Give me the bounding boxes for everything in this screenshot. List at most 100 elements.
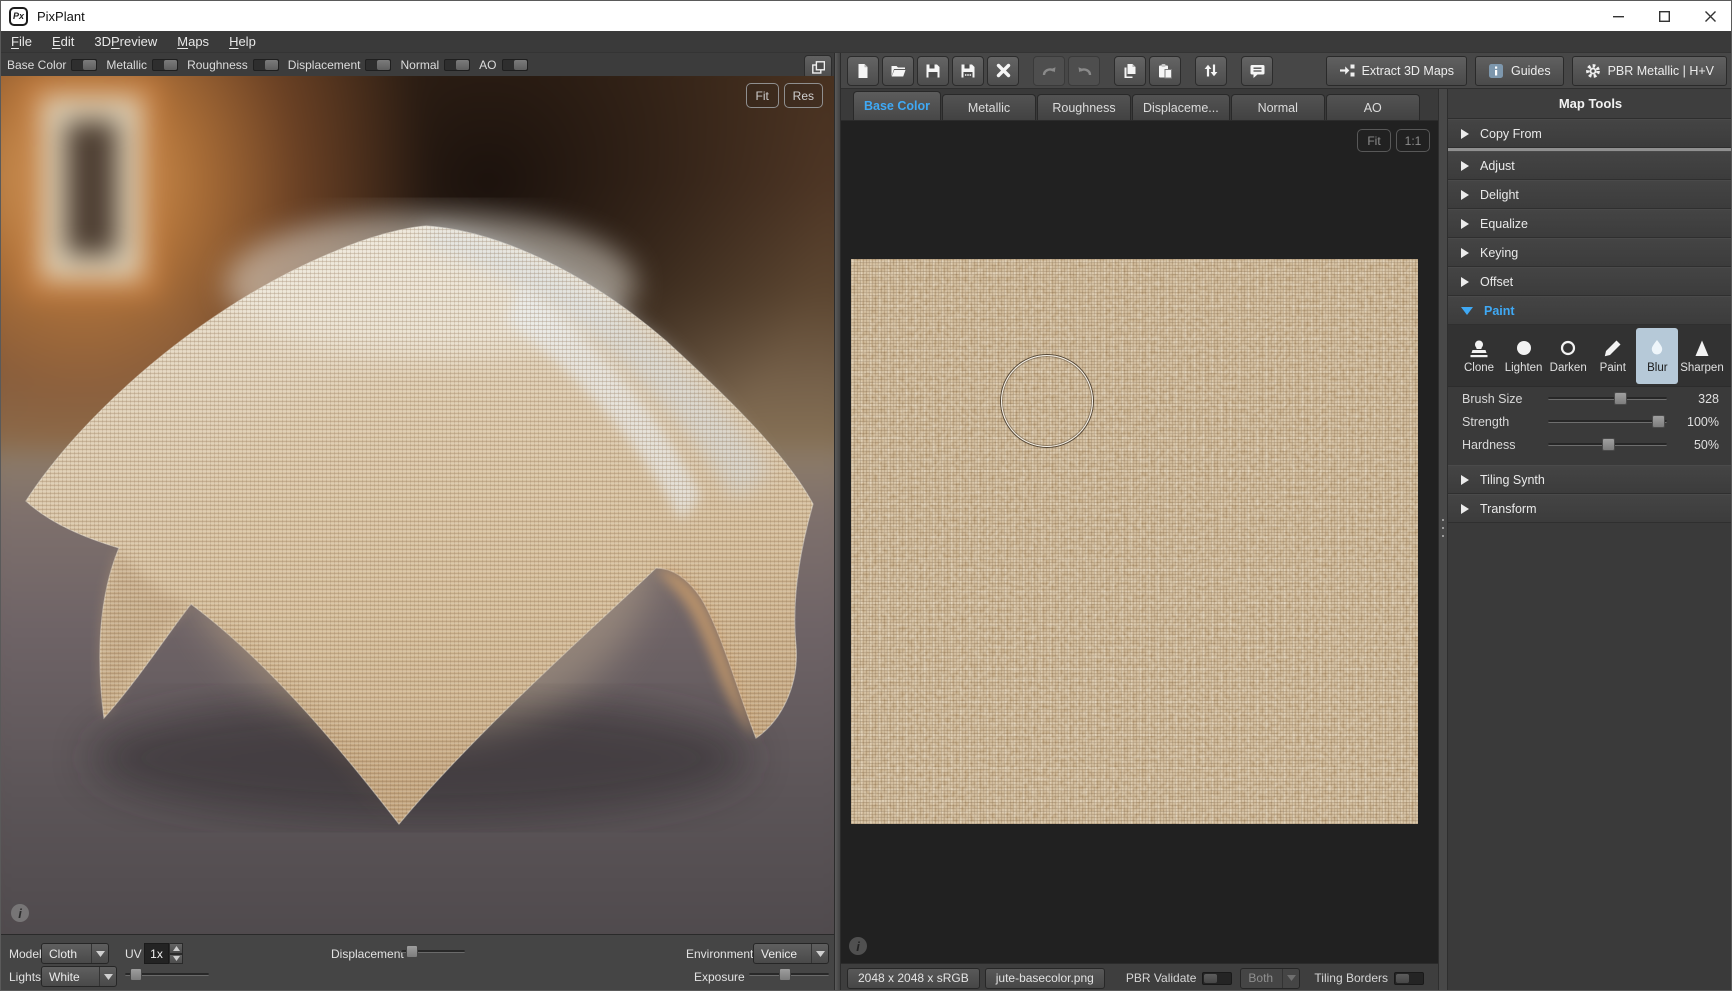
minimize-button[interactable] (1595, 1, 1641, 31)
map-toggle-row: Base Color Metallic Roughness Displaceme… (1, 53, 834, 76)
tool-label: Sharpen (1680, 362, 1723, 374)
section-keying[interactable]: Keying (1448, 238, 1732, 267)
section-label: Copy From (1480, 127, 1542, 141)
section-label: Offset (1480, 275, 1513, 289)
copy-button[interactable] (1114, 56, 1146, 86)
toggle-ao[interactable]: AO (479, 58, 527, 72)
pbr-mode-value: Both (1241, 971, 1282, 985)
brush-size-slider[interactable] (1548, 392, 1667, 405)
uv-stepper[interactable]: 1x (144, 943, 183, 964)
menu-3d-preview[interactable]: 3D Preview (84, 31, 167, 52)
normal-switch[interactable] (444, 59, 470, 71)
new-document-button[interactable] (847, 56, 879, 86)
tab-displacement[interactable]: Displaceme... (1132, 94, 1230, 120)
uv-decrement-button[interactable] (169, 954, 183, 965)
toggle-normal[interactable]: Normal (400, 58, 470, 72)
lights-slider[interactable] (125, 968, 209, 981)
preview-res-button[interactable]: Res (784, 83, 823, 108)
tiling-borders-toggle[interactable] (1394, 972, 1424, 985)
viewer-fit-button[interactable]: Fit (1357, 129, 1391, 152)
viewer-1to1-button[interactable]: 1:1 (1396, 129, 1430, 152)
strength-slider[interactable] (1548, 415, 1667, 428)
texture-canvas[interactable] (851, 259, 1418, 824)
preview-info-icon[interactable]: i (11, 904, 29, 922)
undo-button[interactable] (1033, 56, 1065, 86)
exposure-label: Exposure (694, 970, 745, 984)
base-color-switch[interactable] (71, 59, 97, 71)
viewer-info-icon[interactable]: i (849, 937, 867, 955)
section-tiling-synth[interactable]: Tiling Synth (1448, 465, 1732, 494)
toggle-base-color[interactable]: Base Color (7, 58, 97, 72)
section-adjust[interactable]: Adjust (1448, 151, 1732, 180)
uv-increment-button[interactable] (169, 943, 183, 954)
menu-maps[interactable]: Maps (167, 31, 219, 52)
ao-switch[interactable] (502, 59, 528, 71)
section-copy-from[interactable]: Copy From (1448, 119, 1732, 148)
open-file-button[interactable] (882, 56, 914, 86)
pbr-mode-button[interactable]: PBR Metallic | H+V (1572, 56, 1727, 86)
menu-bar: File Edit 3D Preview Maps Help (1, 31, 1732, 53)
toggle-displacement[interactable]: Displacement (288, 58, 392, 72)
section-paint[interactable]: Paint (1448, 296, 1732, 325)
texture-filename-button[interactable]: jute-basecolor.png (985, 968, 1105, 989)
metallic-switch[interactable] (152, 59, 178, 71)
guides-button[interactable]: Guides (1475, 56, 1564, 86)
save-as-button[interactable] (952, 56, 984, 86)
lights-value: White (42, 970, 99, 984)
displacement-switch[interactable] (365, 59, 391, 71)
tab-normal[interactable]: Normal (1231, 94, 1325, 120)
section-transform[interactable]: Transform (1448, 494, 1732, 523)
redo-button[interactable] (1068, 56, 1100, 86)
texture-size-button[interactable]: 2048 x 2048 x sRGB (847, 968, 980, 989)
preview-3d-viewport[interactable]: Fit Res i (1, 76, 834, 934)
swap-maps-button[interactable] (1195, 56, 1227, 86)
tool-label: Blur (1647, 362, 1667, 374)
tab-base-color[interactable]: Base Color (853, 91, 941, 120)
close-button[interactable] (1687, 1, 1732, 31)
darken-circle-icon (1556, 338, 1580, 360)
tool-sharpen[interactable]: Sharpen (1681, 328, 1723, 384)
tab-metallic[interactable]: Metallic (942, 94, 1036, 120)
toggle-roughness[interactable]: Roughness (187, 58, 279, 72)
roughness-switch[interactable] (253, 59, 279, 71)
title-bar: Px PixPlant (1, 1, 1732, 31)
tab-ao[interactable]: AO (1326, 94, 1420, 120)
close-file-button[interactable] (987, 56, 1019, 86)
exposure-slider[interactable] (749, 968, 829, 981)
tool-clone[interactable]: Clone (1458, 328, 1500, 384)
section-offset[interactable]: Offset (1448, 267, 1732, 296)
toggle-metallic[interactable]: Metallic (106, 58, 178, 72)
menu-file[interactable]: File (1, 31, 42, 52)
panel-splitter-left[interactable] (834, 53, 841, 991)
brush-cursor (1001, 355, 1093, 447)
menu-edit[interactable]: Edit (42, 31, 84, 52)
model-dropdown[interactable]: Cloth (41, 943, 109, 964)
paste-button[interactable] (1149, 56, 1181, 86)
tool-lighten[interactable]: Lighten (1503, 328, 1545, 384)
tool-paint[interactable]: Paint (1592, 328, 1634, 384)
menu-help[interactable]: Help (219, 31, 266, 52)
pbr-validate-toggle[interactable] (1202, 972, 1232, 985)
collapsed-arrow-icon (1461, 475, 1469, 485)
displacement-slider[interactable] (401, 945, 465, 958)
collapsed-arrow-icon (1461, 129, 1469, 139)
save-button[interactable] (917, 56, 949, 86)
panel-splitter-right[interactable] (1438, 89, 1448, 991)
feedback-button[interactable] (1241, 56, 1273, 86)
section-delight[interactable]: Delight (1448, 180, 1732, 209)
pbr-mode-dropdown[interactable]: Both (1240, 968, 1300, 989)
extract-3d-maps-button[interactable]: Extract 3D Maps (1326, 56, 1467, 86)
environment-dropdown[interactable]: Venice (753, 943, 829, 964)
section-equalize[interactable]: Equalize (1448, 209, 1732, 238)
hardness-slider[interactable] (1548, 438, 1667, 451)
paint-pencil-icon (1601, 338, 1625, 360)
maximize-button[interactable] (1641, 1, 1687, 31)
tool-darken[interactable]: Darken (1547, 328, 1589, 384)
tool-blur[interactable]: Blur (1636, 328, 1678, 384)
chevron-down-icon (811, 944, 828, 963)
displacement-label: Displacement (331, 947, 404, 961)
tab-roughness[interactable]: Roughness (1037, 94, 1131, 120)
pbr-validate-label: PBR Validate (1126, 971, 1196, 985)
preview-fit-button[interactable]: Fit (746, 83, 779, 108)
lights-dropdown[interactable]: White (41, 966, 117, 987)
